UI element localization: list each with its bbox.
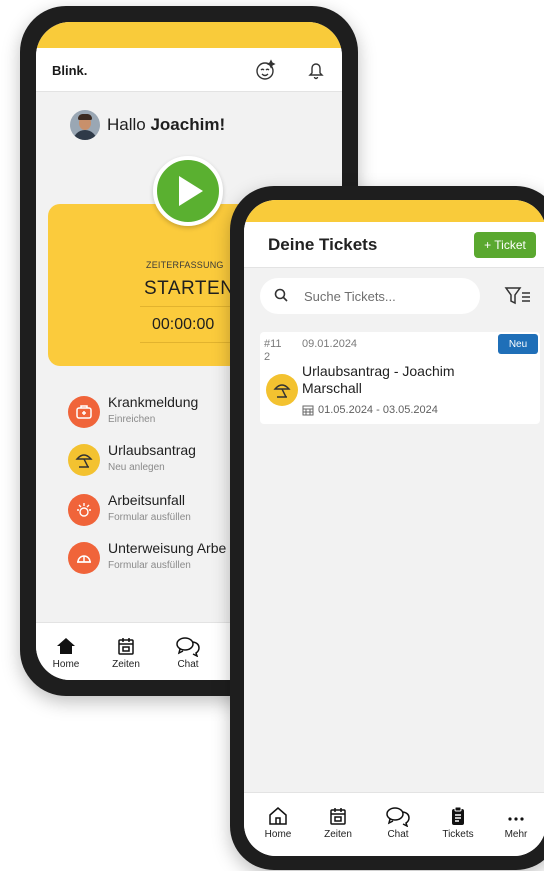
avatar[interactable]	[70, 110, 100, 140]
nav-chat[interactable]: Chat	[158, 631, 218, 670]
greeting: Hallo Joachim!	[70, 110, 225, 140]
nav-chat[interactable]: Chat	[368, 801, 428, 840]
nav-home[interactable]: Home	[248, 801, 308, 840]
menu-item-title: Arbeitsunfall	[108, 492, 186, 508]
nav-zeiten[interactable]: Zeiten	[96, 631, 156, 670]
filter-icon[interactable]	[504, 284, 532, 308]
nav-label: Mehr	[504, 829, 528, 840]
calendar-icon	[308, 801, 368, 827]
search-input[interactable]: Suche Tickets...	[260, 278, 480, 314]
calendar-icon	[302, 405, 314, 416]
timer-value: 00:00:00	[152, 316, 215, 333]
search-icon	[274, 288, 288, 307]
calendar-icon	[96, 631, 156, 657]
nav-mehr[interactable]: Mehr	[486, 801, 544, 840]
nav-home[interactable]: Home	[36, 631, 96, 670]
app-bar: Blink.	[36, 48, 342, 92]
start-label[interactable]: STARTEN	[144, 278, 234, 300]
more-icon	[486, 801, 544, 827]
nav-tickets[interactable]: Tickets	[428, 801, 488, 840]
tickets-app-bar: Deine Tickets + Ticket	[244, 222, 544, 268]
nav-label: Chat	[177, 659, 199, 670]
search-placeholder: Suche Tickets...	[304, 289, 396, 304]
play-icon	[179, 176, 203, 206]
status-bar	[36, 22, 342, 48]
add-ticket-button[interactable]: + Ticket	[474, 232, 536, 258]
home-icon	[248, 801, 308, 827]
menu-item-subtitle: Neu anlegen	[108, 462, 165, 473]
ticket-range-text: 01.05.2024 - 03.05.2024	[318, 404, 438, 416]
menu-item-subtitle: Formular ausfüllen	[108, 512, 191, 523]
ticket-date: 09.01.2024	[302, 338, 358, 350]
ticket-title: Urlaubsantrag - Joachim Marschall	[302, 363, 455, 396]
ticket-id: #11 2	[264, 338, 282, 363]
nav-zeiten[interactable]: Zeiten	[308, 801, 368, 840]
nav-label: Home	[264, 829, 292, 840]
clipboard-icon	[428, 801, 488, 827]
front-phone-frame: Deine Tickets + Ticket Suche Tickets... …	[230, 186, 544, 870]
chat-icon	[158, 631, 218, 657]
ticket-card[interactable]: #11 2 09.01.2024 Neu Urlaubsantrag - Joa…	[260, 332, 540, 424]
status-badge: Neu	[498, 334, 538, 354]
start-play-button[interactable]	[153, 156, 223, 226]
time-tracking-label: ZEITERFASSUNG	[146, 260, 224, 270]
nav-label: Home	[52, 659, 80, 670]
nav-label: Zeiten	[112, 659, 140, 670]
home-icon	[36, 631, 96, 657]
chat-icon	[368, 801, 428, 827]
blink-logo: Blink.	[52, 63, 88, 78]
nav-label: Chat	[387, 829, 409, 840]
menu-item-title: Urlaubsantrag	[108, 442, 196, 458]
mood-icon[interactable]	[254, 58, 278, 82]
first-aid-kit-icon	[68, 396, 100, 428]
beach-umbrella-icon	[68, 444, 100, 476]
nav-label: Zeiten	[324, 829, 352, 840]
front-phone-screen: Deine Tickets + Ticket Suche Tickets... …	[244, 200, 544, 856]
page-title: Deine Tickets	[268, 235, 378, 254]
greeting-text: Hallo Joachim!	[107, 115, 226, 134]
ticket-date-range: 01.05.2024 - 03.05.2024	[302, 404, 438, 416]
menu-item-subtitle: Einreichen	[108, 414, 156, 425]
composite-stage: Blink. Hallo Joachim! ZEITERFASSUNG STAR…	[0, 0, 544, 871]
beach-umbrella-icon	[266, 374, 298, 406]
menu-item-subtitle: Formular ausfüllen	[108, 560, 191, 571]
bottom-nav: Home Zeiten Chat	[244, 792, 544, 856]
menu-item-title: Unterweisung Arbe	[108, 540, 227, 556]
bell-icon[interactable]	[304, 58, 328, 82]
nav-label: Tickets	[442, 829, 474, 840]
menu-item-title: Krankmeldung	[108, 394, 199, 410]
accident-icon	[68, 494, 100, 526]
status-bar	[244, 200, 544, 222]
hard-hat-icon	[68, 542, 100, 574]
